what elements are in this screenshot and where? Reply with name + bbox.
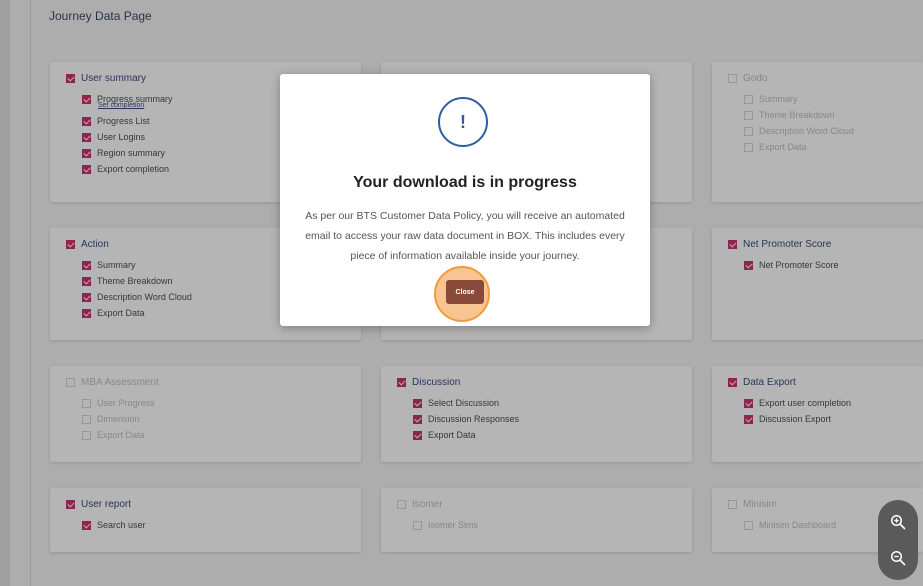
download-progress-dialog: ! Your download is in progress As per ou…	[280, 74, 650, 326]
zoom-in-icon	[890, 514, 906, 530]
zoom-in-button[interactable]	[878, 502, 918, 542]
alert-icon: !	[438, 97, 488, 147]
zoom-out-icon	[890, 550, 906, 566]
zoom-controls	[878, 500, 918, 580]
dialog-message: As per our BTS Customer Data Policy, you…	[305, 210, 625, 262]
dialog-title: Your download is in progress	[353, 174, 577, 191]
zoom-out-button[interactable]	[878, 538, 918, 578]
close-button[interactable]: Close	[446, 280, 484, 304]
